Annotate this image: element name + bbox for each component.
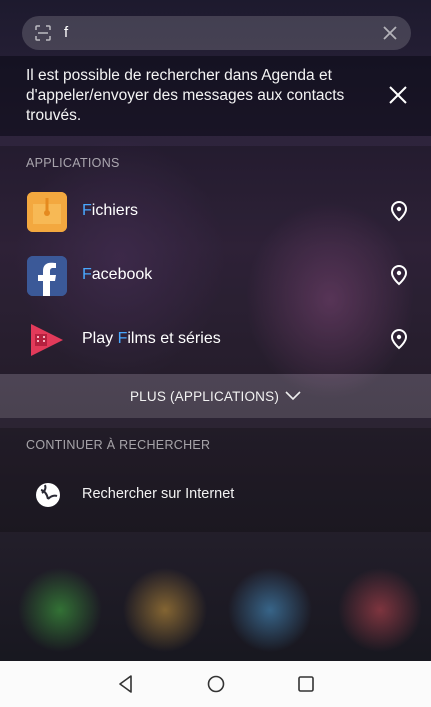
location-pin-icon[interactable] (389, 328, 409, 350)
more-applications-label: PLUS (APPLICATIONS) (129, 388, 280, 404)
play-films-app-icon (27, 320, 67, 360)
search-input[interactable]: f (64, 24, 68, 41)
hint-text: Il est possible de rechercher dans Agend… (26, 67, 345, 124)
recents-icon[interactable] (296, 674, 316, 694)
app-result-fichiers[interactable]: Fichiers (0, 180, 431, 244)
app-result-facebook[interactable]: Facebook (0, 244, 431, 308)
home-icon[interactable] (206, 674, 226, 694)
search-hint-banner: Il est possible de rechercher dans Agend… (0, 56, 431, 136)
search-internet-label: Rechercher sur Internet (82, 486, 235, 502)
app-result-play-films[interactable]: Play Films et séries (0, 308, 431, 372)
continue-search-section: CONTINUER À RECHERCHER Rechercher sur In… (0, 428, 431, 532)
clear-icon[interactable] (381, 24, 399, 42)
chevron-down-icon (285, 391, 301, 401)
applications-section-title: APPLICATIONS (26, 156, 120, 170)
search-bar[interactable]: f (22, 16, 411, 50)
navigation-bar (0, 661, 431, 707)
close-icon[interactable] (387, 84, 409, 106)
more-applications-button[interactable]: PLUS (APPLICATIONS) (0, 374, 431, 418)
app-name: Fichiers (82, 202, 139, 219)
files-app-icon (27, 192, 67, 232)
app-name: Play Films et séries (82, 330, 221, 347)
back-icon[interactable] (116, 674, 136, 694)
location-pin-icon[interactable] (389, 200, 409, 222)
globe-icon (36, 483, 60, 507)
location-pin-icon[interactable] (389, 264, 409, 286)
scan-icon[interactable] (34, 24, 52, 42)
applications-section: APPLICATIONS Fichiers Facebook Play Film… (0, 146, 431, 374)
facebook-app-icon (27, 256, 67, 296)
search-internet-item[interactable]: Rechercher sur Internet (0, 470, 431, 522)
continue-section-title: CONTINUER À RECHERCHER (26, 438, 211, 452)
app-name: Facebook (82, 266, 153, 283)
